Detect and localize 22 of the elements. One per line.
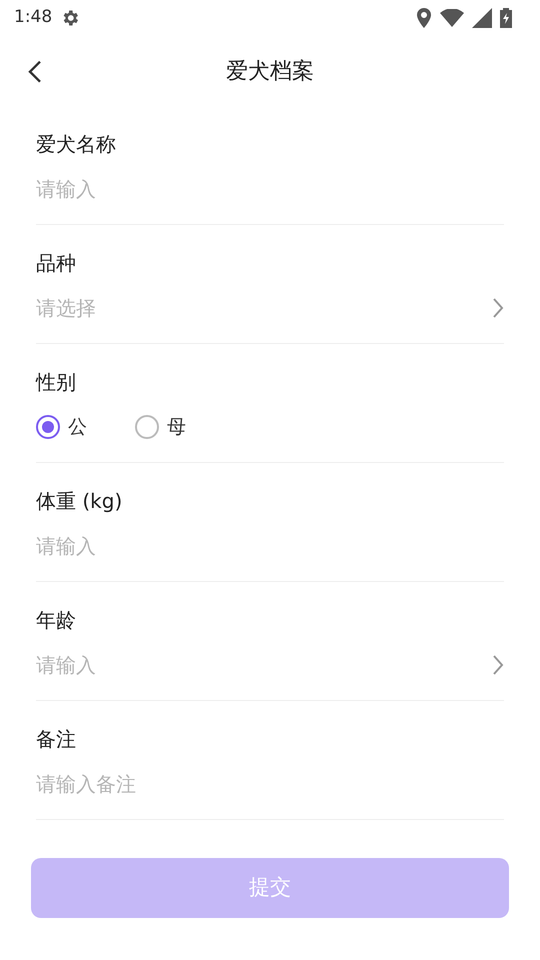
select-field[interactable]: 请选择 xyxy=(36,293,492,323)
input-field[interactable]: 请输入 xyxy=(36,174,504,204)
location-icon xyxy=(416,8,432,28)
status-time: 1:48 xyxy=(14,6,52,30)
input-field[interactable]: 请输入备注 xyxy=(36,769,504,799)
select-field[interactable]: 请输入 xyxy=(36,650,492,680)
page-title: 爱犬档案 xyxy=(226,58,314,86)
back-icon xyxy=(28,59,42,84)
field-label: 年龄 xyxy=(36,607,77,634)
signal-icon xyxy=(472,8,492,28)
field-label: 性别 xyxy=(36,369,77,396)
input-field[interactable]: 请输入 xyxy=(36,531,504,561)
battery-icon xyxy=(500,8,512,28)
field-label: 备注 xyxy=(36,726,77,753)
radio-option[interactable]: 公 xyxy=(36,412,87,442)
chevron-right-icon xyxy=(492,654,504,676)
field-label: 爱犬名称 xyxy=(36,131,117,158)
wifi-icon xyxy=(440,9,464,27)
radio-option[interactable]: 母 xyxy=(135,412,186,442)
chevron-right-icon xyxy=(492,297,504,319)
field-label: 体重 (kg) xyxy=(36,488,124,515)
field-label: 品种 xyxy=(36,250,77,277)
